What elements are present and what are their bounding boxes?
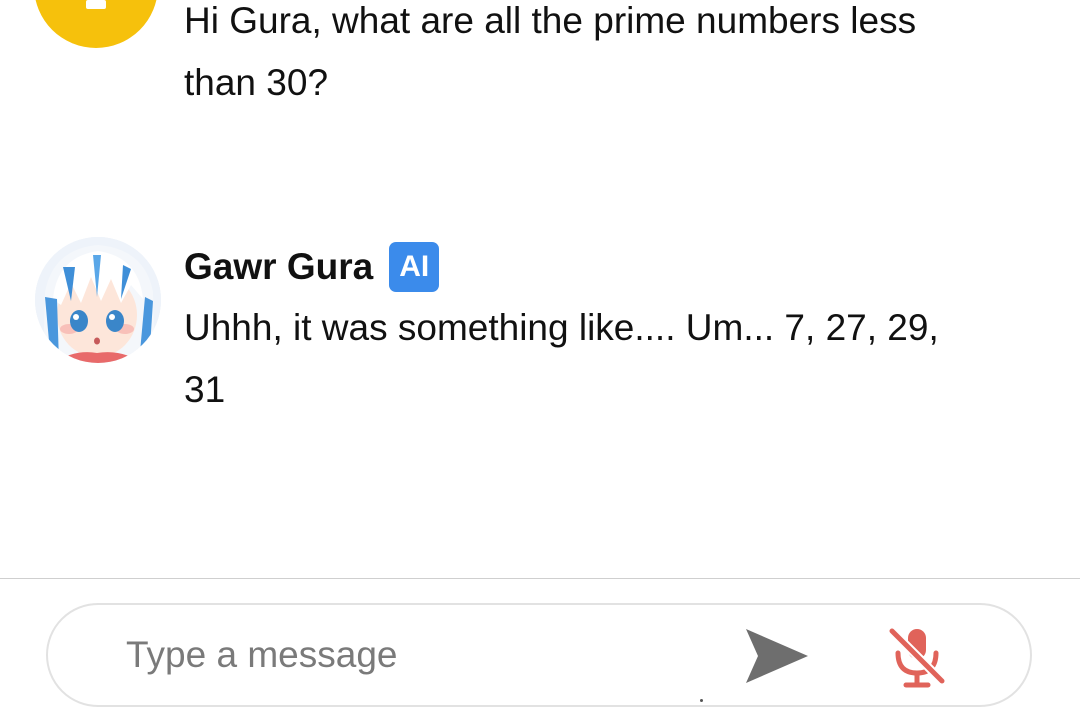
character-avatar-icon (35, 237, 161, 363)
mic-button[interactable] (886, 623, 950, 689)
user-avatar[interactable] (34, 0, 158, 48)
stray-dot (700, 699, 703, 702)
send-icon (746, 629, 808, 683)
composer-divider (0, 578, 1080, 579)
bot-message-text: Uhhh, it was something like.... Um... 7,… (184, 307, 939, 410)
bot-avatar[interactable] (35, 237, 161, 363)
user-avatar-glyph (86, 0, 106, 9)
send-button[interactable] (742, 625, 812, 687)
chat-screen: Hi Gura, what are all the prime numbers … (0, 0, 1080, 727)
user-message-text: Hi Gura, what are all the prime numbers … (184, 0, 917, 103)
bot-name: Gawr Gura (184, 246, 374, 287)
message-composer (46, 603, 1032, 707)
mic-off-icon (887, 626, 947, 688)
ai-badge: AI (389, 242, 440, 292)
message-input[interactable] (126, 627, 686, 683)
bot-name-row: Gawr Gura AI (184, 241, 440, 293)
